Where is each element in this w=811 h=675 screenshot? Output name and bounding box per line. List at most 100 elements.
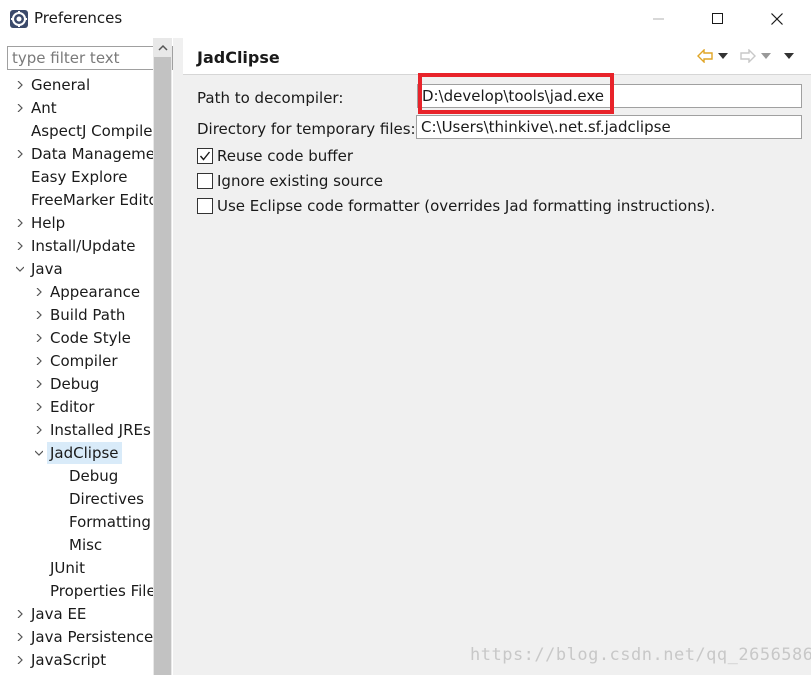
tree-item-label: Misc bbox=[69, 536, 103, 554]
forward-arrow-icon bbox=[740, 49, 756, 63]
chevron-down-icon bbox=[718, 53, 728, 59]
close-button[interactable] bbox=[750, 0, 804, 38]
tree-item[interactable]: General bbox=[0, 74, 153, 96]
tree-item-label: Java Persistence bbox=[31, 628, 153, 646]
chevron-down-icon[interactable] bbox=[35, 449, 43, 457]
tree-item[interactable]: AspectJ Compiler bbox=[0, 120, 153, 142]
watermark: https://blog.csdn.net/qq_26565861 bbox=[470, 645, 811, 665]
pane-splitter[interactable] bbox=[173, 38, 183, 675]
tree-item-label: Installed JREs bbox=[50, 421, 151, 439]
chevron-right-icon[interactable] bbox=[35, 380, 43, 388]
tree-item[interactable]: JadClipse bbox=[0, 442, 153, 464]
tree-item[interactable]: Data Management bbox=[0, 143, 153, 165]
tree-scrollbar[interactable] bbox=[153, 38, 172, 675]
temp-directory-input[interactable] bbox=[416, 115, 802, 139]
tree-item[interactable]: FreeMarker Editor bbox=[0, 189, 153, 211]
decompiler-path-label: Path to decompiler: bbox=[197, 89, 344, 107]
eclipse-app-icon bbox=[10, 10, 28, 28]
chevron-up-icon bbox=[157, 44, 168, 51]
tree-item[interactable]: Debug bbox=[0, 465, 153, 487]
close-icon bbox=[771, 13, 783, 25]
tree-item-label: JUnit bbox=[50, 559, 85, 577]
temp-directory-label: Directory for temporary files: bbox=[197, 120, 416, 138]
preference-page: JadClipse Path to decompiler: Directory … bbox=[183, 38, 811, 675]
tree-item-label: JavaScript bbox=[31, 651, 107, 669]
back-arrow-icon bbox=[697, 49, 713, 63]
tree-item-label: Install/Update bbox=[31, 237, 136, 255]
window-title: Preferences bbox=[34, 9, 123, 27]
forward-button[interactable] bbox=[740, 46, 771, 66]
header-separator bbox=[183, 74, 811, 75]
tree-item[interactable]: JUnit bbox=[0, 557, 153, 579]
scroll-up-button[interactable] bbox=[153, 38, 172, 57]
preference-tree: General Ant AspectJ Compiler Data Managemen… bbox=[0, 74, 153, 675]
tree-item-label: General bbox=[31, 76, 91, 94]
chevron-right-icon[interactable] bbox=[35, 288, 43, 296]
chevron-right-icon[interactable] bbox=[35, 403, 43, 411]
tree-item[interactable]: Java EE bbox=[0, 603, 153, 625]
tree-item[interactable]: Java Persistence bbox=[0, 626, 153, 648]
preference-navigation: General Ant AspectJ Compiler Data Managemen… bbox=[0, 38, 173, 675]
chevron-right-icon[interactable] bbox=[16, 104, 24, 112]
tree-item[interactable]: Installed JREs bbox=[0, 419, 153, 441]
maximize-button[interactable] bbox=[691, 0, 745, 38]
option-checkbox-row[interactable]: Reuse code buffer bbox=[197, 145, 353, 167]
option-label: Reuse code buffer bbox=[217, 147, 353, 165]
tree-item[interactable]: Install/Update bbox=[0, 235, 153, 257]
chevron-right-icon[interactable] bbox=[35, 334, 43, 342]
tree-item[interactable]: Directives bbox=[0, 488, 153, 510]
tree-item-label: Java EE bbox=[31, 605, 87, 623]
tree-item-label: Easy Explore bbox=[31, 168, 128, 186]
chevron-right-icon[interactable] bbox=[16, 150, 24, 158]
chevron-right-icon[interactable] bbox=[35, 311, 43, 319]
tree-item[interactable]: Build Path bbox=[0, 304, 153, 326]
tree-item[interactable]: Help bbox=[0, 212, 153, 234]
chevron-down-icon bbox=[761, 53, 771, 59]
back-button[interactable] bbox=[697, 46, 728, 66]
tree-item[interactable]: Ant bbox=[0, 97, 153, 119]
title-bar: Preferences bbox=[0, 0, 811, 38]
filter-input[interactable] bbox=[7, 46, 173, 70]
minimize-button[interactable] bbox=[632, 0, 686, 38]
chevron-right-icon[interactable] bbox=[16, 81, 24, 89]
tree-item[interactable]: Editor bbox=[0, 396, 153, 418]
view-menu-button[interactable] bbox=[784, 46, 794, 66]
tree-item-label: Data Management bbox=[31, 145, 153, 163]
checkmark-icon bbox=[199, 151, 211, 161]
tree-item-label: Compiler bbox=[50, 352, 118, 370]
tree-item-label: Editor bbox=[50, 398, 95, 416]
option-checkbox-row[interactable]: Ignore existing source bbox=[197, 170, 383, 192]
tree-item[interactable]: Easy Explore bbox=[0, 166, 153, 188]
tree-item[interactable]: Appearance bbox=[0, 281, 153, 303]
decompiler-path-input[interactable] bbox=[417, 84, 802, 108]
chevron-right-icon[interactable] bbox=[16, 219, 24, 227]
tree-item[interactable]: Java bbox=[0, 258, 153, 280]
tree-item-label: Ant bbox=[31, 99, 57, 117]
chevron-right-icon[interactable] bbox=[16, 242, 24, 250]
chevron-right-icon[interactable] bbox=[35, 357, 43, 365]
tree-item[interactable]: Properties Files Editor bbox=[0, 580, 153, 602]
chevron-right-icon[interactable] bbox=[16, 610, 24, 618]
scroll-thumb[interactable] bbox=[154, 57, 171, 675]
tree-item[interactable]: Misc bbox=[0, 534, 153, 556]
option-label: Use Eclipse code formatter (overrides Ja… bbox=[217, 197, 716, 215]
tree-item-label: Appearance bbox=[50, 283, 141, 301]
tree-item[interactable]: Formatting bbox=[0, 511, 153, 533]
tree-item[interactable]: Code Style bbox=[0, 327, 153, 349]
chevron-right-icon[interactable] bbox=[35, 426, 43, 434]
tree-item[interactable]: Debug bbox=[0, 373, 153, 395]
checkbox[interactable] bbox=[197, 148, 213, 164]
option-checkbox-row[interactable]: Use Eclipse code formatter (overrides Ja… bbox=[197, 195, 715, 217]
chevron-right-icon[interactable] bbox=[16, 633, 24, 641]
chevron-down-icon[interactable] bbox=[16, 265, 24, 273]
chevron-right-icon[interactable] bbox=[16, 656, 24, 664]
tree-item-label: Properties Files Editor bbox=[50, 582, 153, 600]
tree-item[interactable]: JavaScript bbox=[0, 649, 153, 671]
checkbox[interactable] bbox=[197, 173, 213, 189]
checkbox[interactable] bbox=[197, 198, 213, 214]
tree-item-label: Build Path bbox=[50, 306, 126, 324]
tree-item-label: Code Style bbox=[50, 329, 131, 347]
page-header: JadClipse bbox=[183, 38, 811, 74]
tree-item-label: FreeMarker Editor bbox=[31, 191, 153, 209]
tree-item[interactable]: Compiler bbox=[0, 350, 153, 372]
